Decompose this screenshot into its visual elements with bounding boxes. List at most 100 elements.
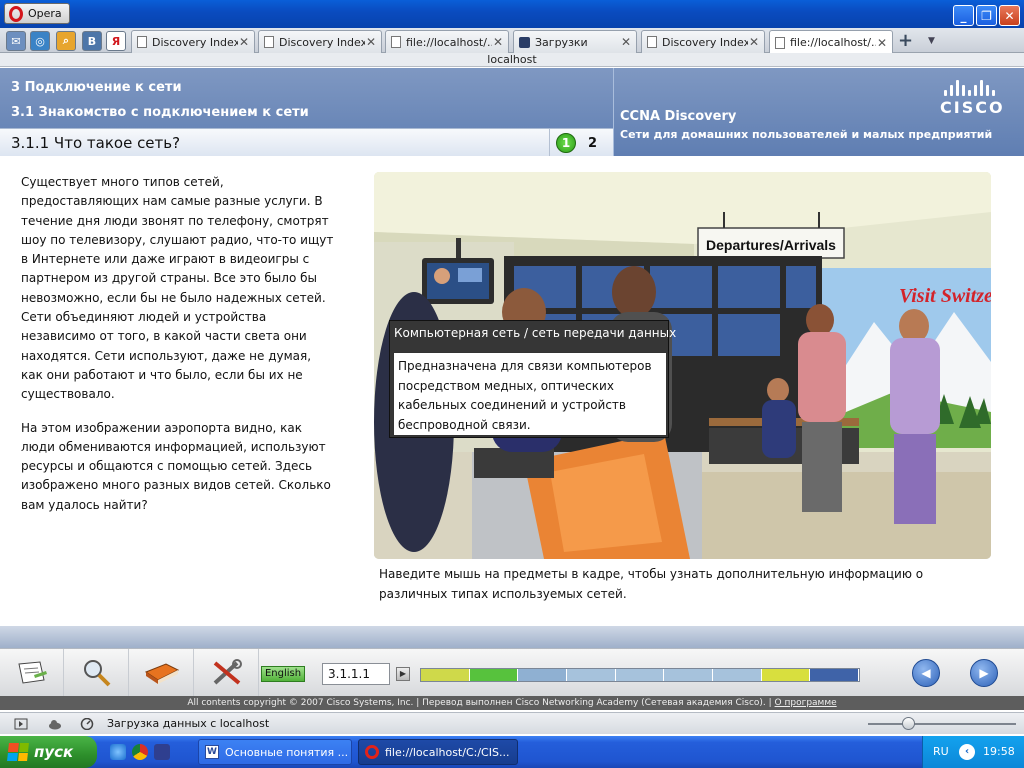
zoom-slider-knob[interactable]	[902, 717, 915, 730]
start-button[interactable]: пуск	[0, 736, 97, 768]
progress-segment[interactable]	[664, 669, 714, 681]
mail-icon[interactable]: ✉	[6, 31, 26, 51]
about-link[interactable]: О программе	[775, 698, 837, 708]
topic-title: 3.1.1 Что такое сеть?	[11, 134, 181, 152]
browser-tab[interactable]: file://localhost/... ✕	[385, 30, 509, 53]
book-icon	[144, 663, 179, 684]
chrome-icon[interactable]	[132, 744, 148, 760]
page-2-button[interactable]: 2	[588, 136, 597, 151]
taskbar-item-opera[interactable]: file://localhost/C:/CIS...	[358, 739, 518, 765]
progress-segment[interactable]	[761, 669, 811, 681]
page-icon	[391, 36, 401, 48]
tooltip-title: Компьютерная сеть / сеть передачи данных	[394, 326, 677, 340]
intro-text: Существует много типов сетей, предоставл…	[21, 173, 336, 529]
media-icon[interactable]	[154, 744, 170, 760]
downloads-icon	[519, 36, 530, 48]
windows-taskbar: пуск W Основные понятия ... file://local…	[0, 736, 1024, 768]
notes-button[interactable]	[0, 649, 64, 697]
topic-bar: 3.1.1 Что такое сеть? 1 2	[0, 128, 613, 157]
new-tab-icon[interactable]: +	[898, 30, 913, 51]
tab-close-icon[interactable]: ✕	[492, 35, 504, 49]
opera-menu-label: Opera	[28, 7, 62, 20]
browser-title-bar: Opera _ ❐ ✕	[0, 0, 1024, 28]
product-subtitle: Сети для домашних пользователей и малых …	[620, 128, 993, 141]
tab-close-icon[interactable]: ✕	[620, 35, 632, 49]
next-page-button[interactable]: ▶	[970, 659, 998, 687]
cisco-logo: CISCO	[940, 78, 1010, 117]
address-strip: localhost	[0, 53, 1024, 67]
intro-paragraph-2: На этом изображении аэропорта видно, как…	[21, 420, 331, 512]
start-label: пуск	[34, 743, 74, 761]
search-glossary-button[interactable]	[65, 649, 129, 697]
system-tray: RU ‹ 19:58	[922, 736, 1024, 768]
close-window-icon[interactable]: ✕	[999, 5, 1020, 26]
glossary-book-button[interactable]	[130, 649, 194, 697]
page-number-field[interactable]: 3.1.1.1	[322, 663, 390, 685]
tab-close-icon[interactable]: ✕	[238, 35, 250, 49]
progress-segment[interactable]	[421, 669, 470, 681]
previous-page-button[interactable]: ◀	[912, 659, 940, 687]
tab-close-icon[interactable]: ✕	[748, 35, 760, 49]
zoom-slider-track[interactable]	[868, 723, 1016, 725]
search-icon[interactable]: ⌕	[56, 31, 76, 51]
cisco-wordmark: CISCO	[940, 98, 1005, 117]
windows-flag-icon	[7, 743, 29, 761]
browser-tab[interactable]: Discovery Index ✕	[131, 30, 255, 53]
header-divider	[613, 68, 614, 156]
minimize-icon[interactable]: _	[953, 5, 974, 26]
tools-button[interactable]	[195, 649, 259, 697]
yandex-icon[interactable]: Я	[106, 31, 126, 51]
product-name: CCNA Discovery	[620, 109, 737, 124]
browser-tab[interactable]: Discovery Index ✕	[641, 30, 765, 53]
tab-close-icon[interactable]: ✕	[365, 35, 377, 49]
internet-explorer-icon[interactable]	[110, 744, 126, 760]
word-document-icon: W	[205, 745, 219, 759]
progress-segment[interactable]	[713, 669, 762, 681]
departures-sign: Departures/Arrivals	[706, 237, 836, 253]
progress-segment[interactable]	[615, 669, 665, 681]
progress-segment[interactable]	[469, 669, 519, 681]
page-icon	[647, 36, 657, 48]
panel-toggle-icon[interactable]	[14, 718, 28, 730]
language-indicator[interactable]: RU	[933, 745, 949, 758]
copyright-bar: All contents copyright © 2007 Cisco Syst…	[0, 696, 1024, 710]
page-icon	[775, 36, 785, 49]
progress-segment[interactable]	[567, 669, 616, 681]
page-icon	[137, 36, 147, 48]
tools-icon	[213, 659, 242, 685]
tray-clock: 19:58	[983, 745, 1015, 758]
language-button[interactable]: English	[261, 666, 305, 682]
taskbar-item-word[interactable]: W Основные понятия ...	[198, 739, 352, 765]
switzerland-poster: Visit Switzerland	[899, 285, 991, 307]
page-1-button[interactable]: 1	[556, 133, 576, 153]
browser-tab-active[interactable]: file://localhost/... ✕	[769, 30, 893, 54]
vk-icon[interactable]: В	[82, 31, 102, 51]
tab-bar: ✉ ◎ ⌕ В Я Discovery Index ✕ Discovery In…	[0, 28, 1024, 54]
browser-status-bar: Загрузка данных с localhost	[0, 712, 1024, 734]
show-hidden-icons-icon[interactable]: ‹	[959, 744, 975, 760]
section-title: 3.1 Знакомство с подключением к сети	[11, 105, 309, 120]
notes-icon	[17, 661, 47, 684]
content-footer-strip	[0, 626, 1024, 648]
speed-dial-icon[interactable]: ◎	[30, 31, 50, 51]
progress-segment[interactable]	[810, 669, 860, 681]
opera-menu-button[interactable]: Opera	[4, 3, 70, 24]
restore-icon[interactable]: ❐	[976, 5, 997, 26]
turbo-speed-icon[interactable]	[80, 718, 94, 730]
browser-tab[interactable]: Discovery Index ✕	[258, 30, 382, 53]
go-to-page-icon[interactable]: ▶	[396, 667, 410, 681]
browser-tab-downloads[interactable]: Загрузки ✕	[513, 30, 637, 53]
instruction-caption: Наведите мышь на предметы в кадре, чтобы…	[379, 567, 924, 601]
course-progress-bar[interactable]	[420, 668, 860, 682]
opera-logo-icon	[9, 5, 23, 22]
progress-segment[interactable]	[518, 669, 568, 681]
magnifier-icon	[83, 660, 110, 687]
page-icon	[264, 36, 274, 48]
chapter-title: 3 Подключение к сети	[11, 80, 182, 95]
tab-close-icon[interactable]: ✕	[876, 36, 888, 50]
intro-paragraph-1: Существует много типов сетей, предоставл…	[21, 175, 334, 402]
tooltip-body: Предназначена для связи компьютеров поср…	[393, 352, 667, 436]
cisco-bars-icon	[944, 78, 1010, 96]
unite-cloud-icon[interactable]	[48, 718, 62, 730]
tab-list-icon[interactable]: ▼	[928, 36, 935, 46]
